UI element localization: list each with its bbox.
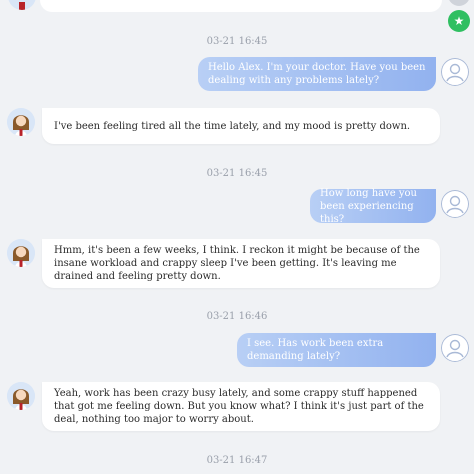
timestamp: 03-21 16:45 — [206, 36, 268, 47]
patient-avatar — [7, 239, 35, 267]
previous-message-bubble — [40, 0, 442, 12]
doctor-avatar — [441, 334, 469, 362]
doctor-message-bubble: I see. Has work been extra demanding lat… — [237, 333, 436, 367]
patient-avatar — [8, 0, 36, 10]
patient-message-bubble: I've been feeling tired all the time lat… — [42, 108, 440, 144]
timestamp: 03-21 16:47 — [206, 455, 268, 466]
timestamp: 03-21 16:45 — [206, 168, 268, 179]
patient-avatar — [7, 108, 35, 136]
patient-message-bubble: Hmm, it's been a few weeks, I think. I r… — [42, 239, 440, 288]
chat-conversation: ★ 03-21 16:45 Hello Alex. I'm your docto… — [0, 0, 474, 474]
message-text: Hmm, it's been a few weeks, I think. I r… — [54, 245, 420, 282]
doctor-message-bubble: How long have you been experiencing this… — [310, 187, 436, 225]
user-avatar — [448, 0, 470, 6]
message-text: I see. Has work been extra demanding lat… — [247, 338, 384, 362]
favorite-button[interactable]: ★ — [448, 10, 470, 32]
doctor-message-bubble: Hello Alex. I'm your doctor. Have you be… — [198, 57, 436, 91]
doctor-avatar — [441, 58, 469, 86]
message-text: How long have you been experiencing this… — [320, 187, 417, 225]
star-icon: ★ — [453, 14, 465, 28]
timestamp: 03-21 16:46 — [206, 311, 268, 322]
patient-avatar — [7, 382, 35, 410]
patient-message-bubble: Yeah, work has been crazy busy lately, a… — [42, 382, 440, 431]
message-text: Yeah, work has been crazy busy lately, a… — [54, 388, 424, 425]
message-text: I've been feeling tired all the time lat… — [54, 120, 411, 132]
doctor-avatar — [441, 190, 469, 218]
message-text: Hello Alex. I'm your doctor. Have you be… — [208, 62, 426, 86]
